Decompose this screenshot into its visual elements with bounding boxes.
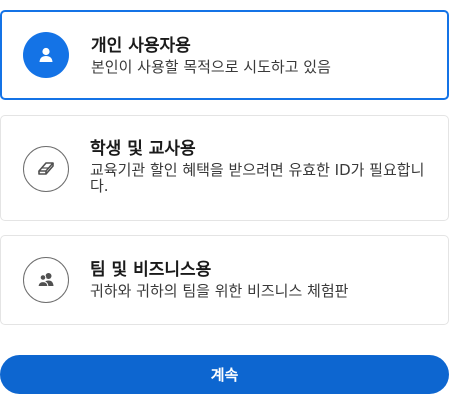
option-personal-text: 개인 사용자용 본인이 사용할 목적으로 시도하고 있음 bbox=[91, 35, 431, 75]
option-title: 개인 사용자용 bbox=[91, 36, 191, 56]
option-education-text: 학생 및 교사용 교육기관 할인 혜택을 받으려면 유효한 ID가 필요합니다. bbox=[90, 138, 432, 194]
option-description: 귀하와 귀하의 팀을 위한 비즈니스 체험판 bbox=[90, 282, 349, 300]
team-icon bbox=[23, 257, 69, 303]
continue-button[interactable]: 계속 bbox=[0, 355, 449, 394]
option-description: 본인이 사용할 목적으로 시도하고 있음 bbox=[91, 58, 331, 76]
user-icon bbox=[23, 32, 69, 78]
option-title: 학생 및 교사용 bbox=[90, 139, 196, 159]
option-description: 교육기관 할인 혜택을 받으려면 유효한 ID가 필요합니다. bbox=[90, 161, 425, 195]
option-personal[interactable]: 개인 사용자용 본인이 사용할 목적으로 시도하고 있음 bbox=[0, 10, 449, 100]
option-business-text: 팀 및 비즈니스용 귀하와 귀하의 팀을 위한 비즈니스 체험판 bbox=[90, 259, 432, 299]
plan-selection-page: 개인 사용자용 본인이 사용할 목적으로 시도하고 있음 학생 및 교사용 교육… bbox=[0, 0, 471, 403]
option-education[interactable]: 학생 및 교사용 교육기관 할인 혜택을 받으려면 유효한 ID가 필요합니다. bbox=[0, 115, 449, 221]
option-title: 팀 및 비즈니스용 bbox=[90, 260, 212, 280]
eraser-icon bbox=[23, 146, 69, 192]
option-business[interactable]: 팀 및 비즈니스용 귀하와 귀하의 팀을 위한 비즈니스 체험판 bbox=[0, 235, 449, 325]
